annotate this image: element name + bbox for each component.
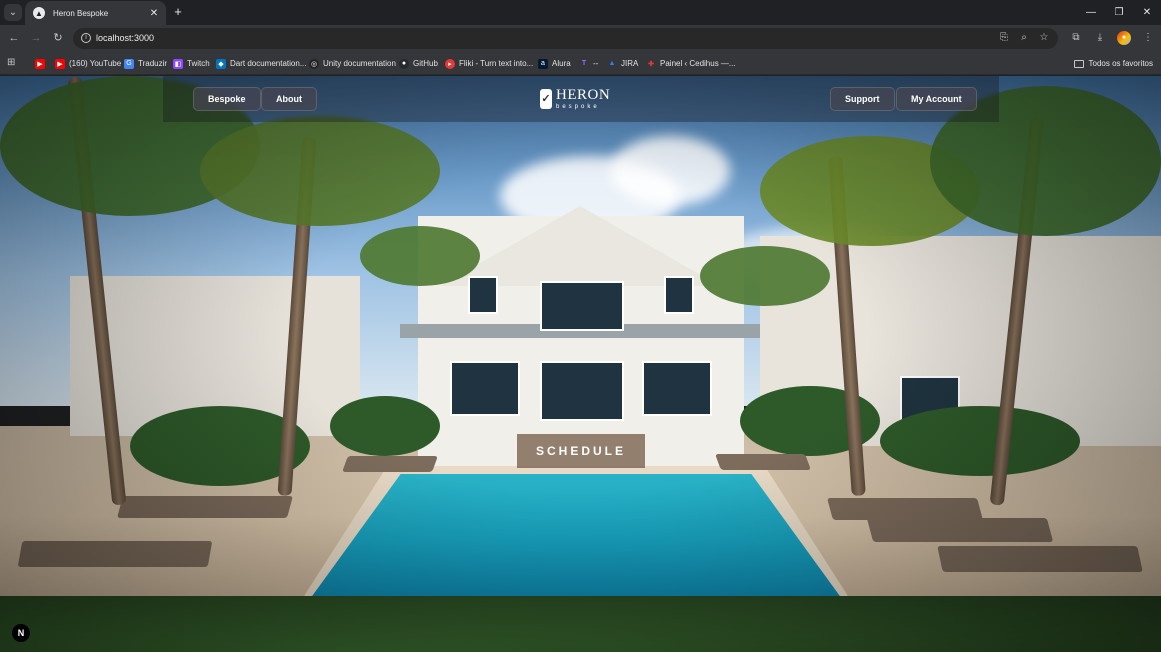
youtube-icon: ▶ xyxy=(35,58,45,69)
bookmark-item[interactable]: ◎ Unity documentation xyxy=(309,56,396,71)
nav-about-button[interactable]: About xyxy=(261,87,317,111)
nav-my-account-button[interactable]: My Account xyxy=(896,87,977,111)
zoom-icon[interactable]: ⌕ xyxy=(1018,32,1030,44)
site-info-icon[interactable]: i xyxy=(81,33,91,43)
bookmark-label: GitHub xyxy=(413,59,438,68)
new-tab-icon[interactable]: + xyxy=(171,5,185,19)
bookmark-item[interactable]: ✚ Painel ‹ Cedihus —... xyxy=(646,56,736,71)
translate-icon[interactable]: ⎘ xyxy=(998,32,1010,44)
folder-icon xyxy=(1073,59,1084,68)
tab-search-icon[interactable]: ⌄ xyxy=(4,4,22,21)
bookmark-item[interactable]: ● GitHub xyxy=(399,56,438,71)
logo-subtitle: bespoke xyxy=(556,104,600,110)
github-icon: ● xyxy=(399,58,409,69)
alura-icon: a xyxy=(538,58,548,69)
menu-icon[interactable]: ⋮ xyxy=(1141,31,1155,45)
heron-logo[interactable]: ✓ HERON bespoke xyxy=(540,86,610,112)
t-icon: T xyxy=(581,60,587,67)
bookmark-star-icon[interactable]: ☆ xyxy=(1038,32,1050,44)
bookmarks-bar: ⊞ ▶ ▶ (160) YouTube G Traduzir ◧ Twitch … xyxy=(0,52,1161,75)
close-window-icon[interactable]: ✕ xyxy=(1133,0,1161,25)
download-icon[interactable]: ⤓ xyxy=(1093,31,1107,45)
page-viewport: Bespoke About Support My Account ✓ HERON… xyxy=(0,76,1161,652)
bookmark-label: Traduzir xyxy=(138,59,168,68)
bookmark-label: Twitch xyxy=(187,59,210,68)
bookmark-label: JIRA xyxy=(621,59,639,68)
bookmark-label: Painel ‹ Cedihus —... xyxy=(660,59,736,68)
jira-icon: ▲ xyxy=(608,60,616,67)
minimize-icon[interactable]: — xyxy=(1077,0,1105,25)
bookmark-item[interactable]: ▸ Fliki - Turn text into... xyxy=(445,56,533,71)
twitch-icon: ◧ xyxy=(173,58,183,69)
bookmark-label: (160) YouTube xyxy=(69,59,122,68)
browser-toolbar: ← → ↻ i localhost:3000 ⎘ ⌕ ☆ ⧉ ⤓ ● ⋮ xyxy=(0,25,1161,52)
bookmark-label: Alura xyxy=(552,59,571,68)
bookmark-item[interactable]: ▲ JIRA xyxy=(607,56,639,71)
bookmark-item[interactable]: G Traduzir xyxy=(124,56,167,71)
bookmark-item[interactable]: ▶ (160) YouTube xyxy=(55,56,121,71)
all-bookmarks[interactable]: Todos os favoritos xyxy=(1073,56,1153,71)
bookmark-item[interactable]: ▶ xyxy=(35,56,45,71)
apps-grid-icon[interactable]: ⊞ xyxy=(7,57,19,69)
url-text[interactable]: localhost:3000 xyxy=(96,33,154,43)
hero-image xyxy=(0,76,1161,652)
back-icon[interactable]: ← xyxy=(7,31,21,45)
close-tab-icon[interactable]: ✕ xyxy=(148,8,160,19)
profile-avatar[interactable]: ● xyxy=(1117,31,1131,45)
tab-active[interactable]: ▲ Heron Bespoke ✕ xyxy=(25,1,166,25)
nav-support-button[interactable]: Support xyxy=(830,87,895,111)
reload-icon[interactable]: ↻ xyxy=(51,31,65,45)
bookmark-item[interactable]: a Alura xyxy=(538,56,571,71)
nav-bespoke-button[interactable]: Bespoke xyxy=(193,87,261,111)
tab-title: Heron Bespoke xyxy=(53,8,109,18)
logo-name: HERON xyxy=(556,87,611,103)
bookmark-label: Unity documentation xyxy=(323,59,396,68)
bookmark-label: Fliki - Turn text into... xyxy=(459,59,534,68)
bookmark-label: -- xyxy=(593,59,599,68)
unity-icon: ◎ xyxy=(309,58,319,69)
forward-icon[interactable]: → xyxy=(29,31,43,45)
youtube-icon: ▶ xyxy=(55,58,65,69)
heron-favicon-icon: ▲ xyxy=(33,7,45,19)
fliki-icon: ▸ xyxy=(445,58,455,69)
restore-icon[interactable]: ❐ xyxy=(1105,0,1133,25)
all-bookmarks-label: Todos os favoritos xyxy=(1088,59,1153,68)
bookmark-item[interactable]: T -- xyxy=(579,56,598,71)
nextjs-dev-badge[interactable]: N xyxy=(12,624,30,642)
bookmark-item[interactable]: ◧ Twitch xyxy=(173,56,210,71)
plus-icon: ✚ xyxy=(648,60,654,68)
address-bar[interactable]: i localhost:3000 ⎘ ⌕ ☆ xyxy=(73,28,1058,49)
extensions-icon[interactable]: ⧉ xyxy=(1069,31,1083,45)
window-controls: — ❐ ✕ xyxy=(1077,0,1161,25)
dart-icon: ◆ xyxy=(216,58,226,69)
bookmark-item[interactable]: ◆ Dart documentation... xyxy=(216,56,306,71)
schedule-button[interactable]: SCHEDULE xyxy=(517,434,645,468)
translate-icon: G xyxy=(124,58,134,69)
tab-strip: ⌄ ▲ Heron Bespoke ✕ + — ❐ ✕ xyxy=(0,0,1161,25)
heron-mark-icon: ✓ xyxy=(540,89,552,109)
bookmark-label: Dart documentation... xyxy=(230,59,307,68)
